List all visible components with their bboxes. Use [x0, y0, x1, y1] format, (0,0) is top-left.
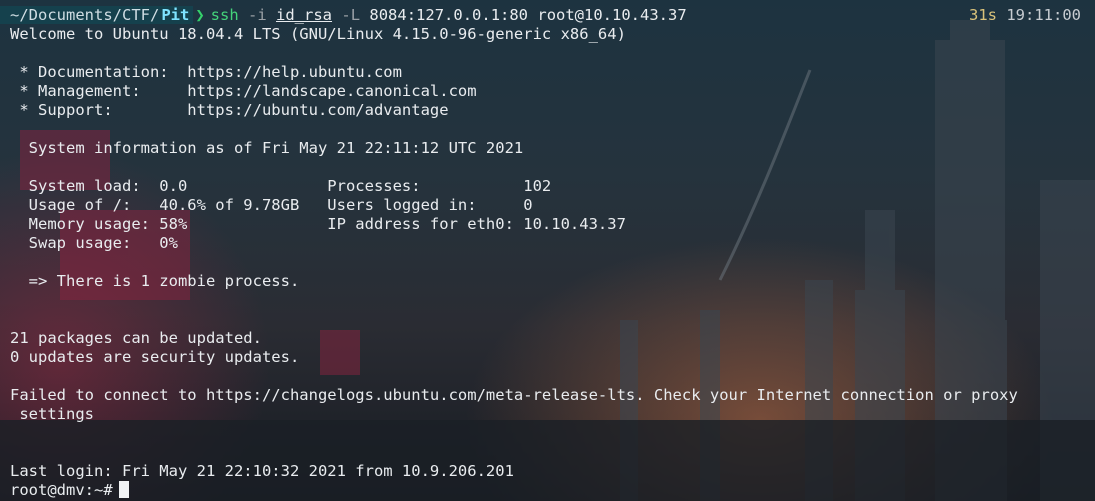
command-target: root@10.10.43.37 — [537, 6, 687, 24]
output-line: System information as of Fri May 21 22:1… — [10, 139, 524, 157]
terminal-window[interactable]: ~/Documents/CTF/Pit ❯ ssh -i id_rsa -L 808… — [0, 0, 1095, 501]
prompt-path: ~/Documents/CTF/ — [0, 6, 162, 24]
command-name: ssh — [210, 6, 239, 24]
right-prompt: 31s 19:11:00 — [969, 6, 1081, 25]
output-line: * Support: https://ubuntu.com/advantage — [10, 101, 449, 119]
prompt-chevron-icon: ❯ — [195, 6, 205, 24]
output-line: Swap usage: 0% — [10, 234, 178, 252]
command-flag-l: -L — [341, 6, 361, 24]
output-line: * Management: https://landscape.canonica… — [10, 82, 477, 100]
output-line: 0 updates are security updates. — [10, 348, 300, 366]
command-duration: 31s — [969, 6, 997, 24]
command-keyfile: id_rsa — [276, 6, 333, 24]
output-line: => There is 1 zombie process. — [10, 272, 300, 290]
command-forward: 8084:127.0.0.1:80 — [369, 6, 529, 24]
prompt-clock: 19:11:00 — [1006, 6, 1081, 24]
shell-prompt: root@dmv:~# — [10, 481, 113, 499]
text-cursor[interactable] — [118, 481, 129, 498]
output-line: settings — [10, 405, 94, 423]
output-line: Usage of /: 40.6% of 9.78GB Users logged… — [10, 196, 533, 214]
output-line: * Documentation: https://help.ubuntu.com — [10, 63, 402, 81]
output-line: 21 packages can be updated. — [10, 329, 262, 347]
output-line: Memory usage: 58% IP address for eth0: 1… — [10, 215, 626, 233]
shell-prompt-line[interactable]: root@dmv:~# — [10, 481, 129, 500]
output-line: Last login: Fri May 21 22:10:32 2021 fro… — [10, 462, 514, 480]
prompt-dir: Pit — [161, 6, 194, 24]
output-line: Welcome to Ubuntu 18.04.4 LTS (GNU/Linux… — [10, 25, 626, 43]
command-flag-i: -i — [248, 6, 267, 24]
output-line: Failed to connect to https://changelogs.… — [10, 386, 1018, 404]
output-line: System load: 0.0 Processes: 102 — [10, 177, 552, 195]
command-line: ~/Documents/CTF/Pit ❯ ssh -i id_rsa -L 808… — [0, 6, 687, 25]
